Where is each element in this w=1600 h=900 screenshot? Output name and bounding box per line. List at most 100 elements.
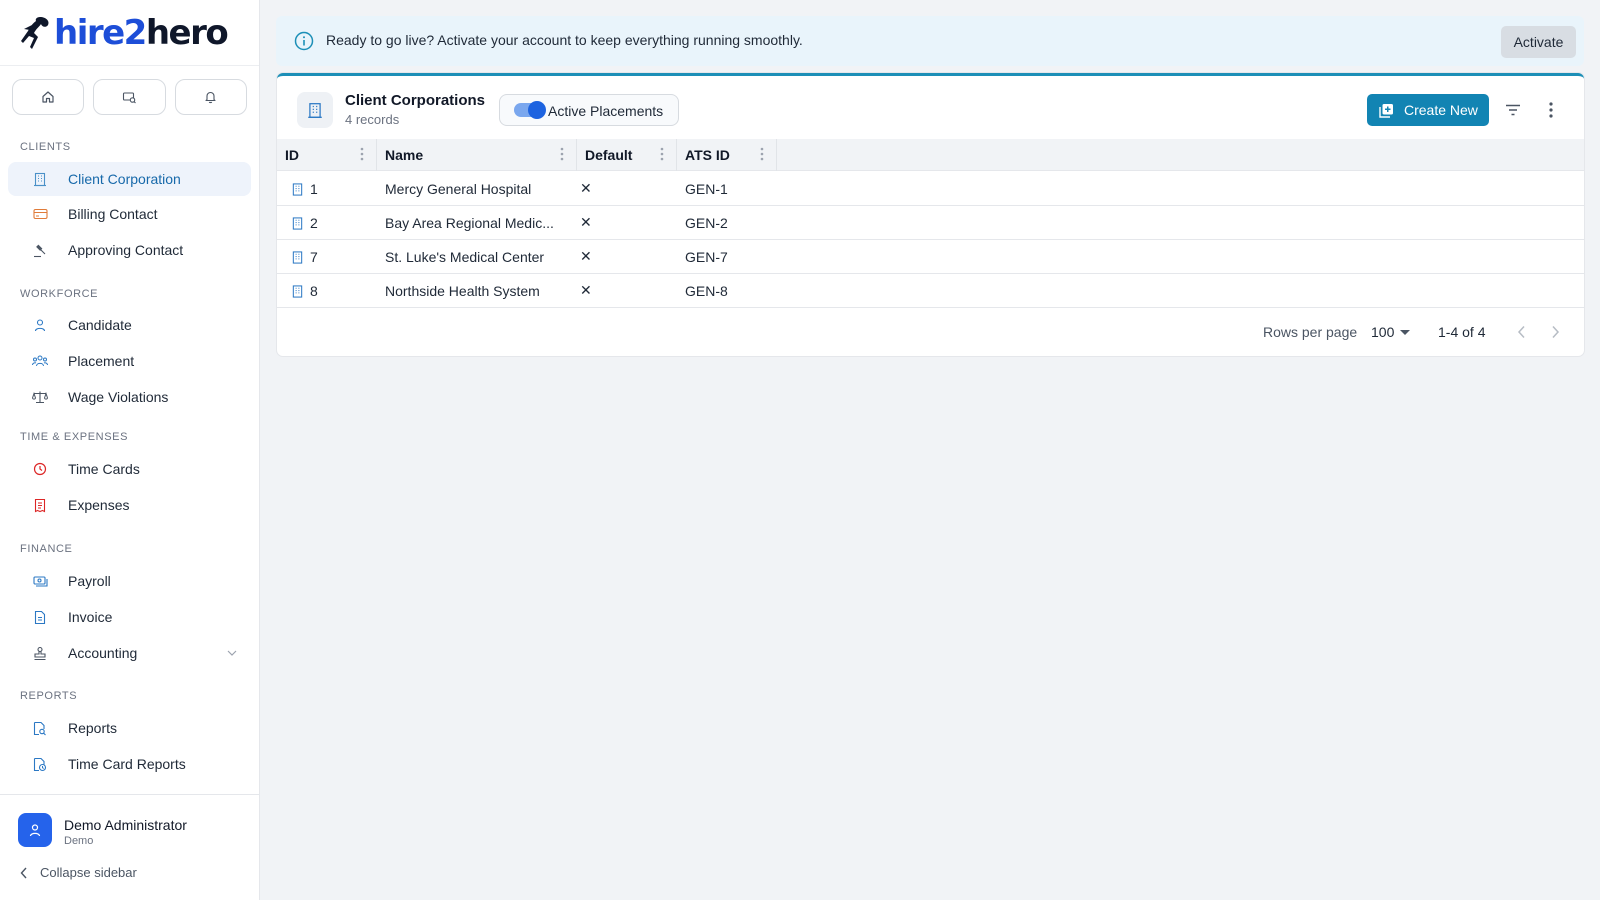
- row-name: Bay Area Regional Medic...: [385, 215, 554, 231]
- money-icon: [32, 573, 48, 589]
- row-id: 7: [310, 249, 318, 265]
- user-panel: Demo Administrator Demo Collapse sidebar: [0, 794, 259, 900]
- active-placements-label: Active Placements: [548, 103, 664, 119]
- filter-button[interactable]: [1501, 98, 1525, 122]
- close-icon: ✕: [580, 180, 592, 196]
- active-placements-toggle[interactable]: [514, 101, 546, 119]
- quick-actions: [0, 66, 259, 115]
- person-icon: [32, 317, 48, 333]
- people-icon: [32, 353, 48, 369]
- active-placements-filter[interactable]: Active Placements: [499, 94, 679, 126]
- clock-icon: [32, 461, 48, 477]
- section-title-finance: FINANCE: [20, 543, 73, 555]
- sidebar-item-client-corporation[interactable]: Client Corporation: [8, 162, 251, 196]
- create-new-button[interactable]: Create New: [1367, 94, 1489, 126]
- activate-button[interactable]: Activate: [1501, 26, 1576, 58]
- row-name: Mercy General Hospital: [385, 181, 532, 197]
- sidebar-item-approving-contact[interactable]: Approving Contact: [8, 233, 251, 267]
- sidebar-item-billing-contact[interactable]: Billing Contact: [8, 197, 251, 231]
- column-header-name[interactable]: Name: [377, 139, 577, 171]
- section-title-reports: REPORTS: [20, 690, 78, 702]
- notifications-button[interactable]: [174, 79, 247, 115]
- home-button[interactable]: [12, 79, 85, 115]
- close-icon: ✕: [580, 248, 592, 264]
- building-icon: [292, 250, 303, 264]
- stamp-icon: [32, 645, 48, 661]
- building-icon: [32, 171, 48, 187]
- table-row[interactable]: 2 Bay Area Regional Medic... ✕ GEN-2: [277, 206, 1584, 240]
- brand-name: hire2hero: [54, 12, 229, 53]
- sidebar-item-time-cards[interactable]: Time Cards: [8, 452, 251, 486]
- column-menu-icon[interactable]: [560, 147, 564, 161]
- rows-per-page-select[interactable]: 100: [1371, 324, 1411, 340]
- building-icon: [292, 182, 303, 196]
- user-name: Demo Administrator: [64, 817, 187, 833]
- page-title: Client Corporations: [345, 92, 486, 109]
- column-menu-icon[interactable]: [760, 147, 764, 161]
- row-name: St. Luke's Medical Center: [385, 249, 545, 265]
- sidebar-item-time-card-reports[interactable]: Time Card Reports: [8, 747, 251, 781]
- invoice-icon: [32, 609, 48, 625]
- sidebar-item-expenses[interactable]: Expenses: [8, 488, 251, 522]
- receipt-icon: [32, 497, 48, 513]
- credit-card-icon: [32, 206, 48, 222]
- column-header-id[interactable]: ID: [277, 139, 377, 171]
- sidebar-item-label: Time Card Reports: [68, 756, 186, 772]
- sidebar-item-label: Reports: [68, 720, 118, 736]
- sidebar-item-label: Approving Contact: [68, 242, 184, 258]
- page-range: 1-4 of 4: [1438, 324, 1486, 340]
- sidebar-item-label: Billing Contact: [68, 206, 158, 222]
- column-menu-icon[interactable]: [360, 147, 364, 161]
- chevron-down-icon[interactable]: [227, 650, 237, 656]
- more-vertical-icon: [1549, 102, 1553, 118]
- sidebar-item-candidate[interactable]: Candidate: [8, 308, 251, 342]
- sidebar-item-label: Expenses: [68, 497, 130, 513]
- gavel-icon: [32, 242, 48, 258]
- row-id: 8: [310, 283, 318, 299]
- filter-icon: [1506, 104, 1520, 116]
- column-header-default[interactable]: Default: [577, 139, 677, 171]
- previous-page-icon[interactable]: [1517, 325, 1526, 339]
- caret-down-icon: [1400, 329, 1411, 335]
- client-corporations-card: Client Corporations 4 records Active Pla…: [277, 73, 1584, 356]
- sidebar-item-label: Invoice: [68, 609, 113, 625]
- sidebar: hire2hero CLIENTS Client Corporation Bil…: [0, 0, 260, 900]
- table-row[interactable]: 1 Mercy General Hospital ✕ GEN-1: [277, 172, 1584, 206]
- activation-banner: Ready to go live? Activate your account …: [276, 16, 1584, 66]
- column-header-ats-id[interactable]: ATS ID: [677, 139, 777, 171]
- search-button[interactable]: [93, 79, 166, 115]
- bell-icon: [205, 91, 216, 104]
- banner-message: Ready to go live? Activate your account …: [326, 32, 803, 48]
- hero-logo-icon: [21, 16, 49, 49]
- collapse-sidebar-button[interactable]: Collapse sidebar: [20, 865, 137, 880]
- scale-icon: [32, 389, 48, 405]
- row-name: Northside Health System: [385, 283, 540, 299]
- sidebar-item-placement[interactable]: Placement: [8, 344, 251, 378]
- more-options-button[interactable]: [1539, 98, 1563, 122]
- report-clock-icon: [32, 756, 48, 772]
- chevron-left-icon: [20, 867, 27, 878]
- next-page-icon[interactable]: [1551, 325, 1560, 339]
- sidebar-item-label: Accounting: [68, 645, 138, 661]
- table-row[interactable]: 8 Northside Health System ✕ GEN-8: [277, 274, 1584, 308]
- sidebar-item-payroll[interactable]: Payroll: [8, 564, 251, 598]
- sidebar-item-wage-violations[interactable]: Wage Violations: [8, 380, 251, 414]
- report-search-icon: [32, 720, 48, 736]
- row-ats-id: GEN-7: [685, 249, 728, 265]
- sidebar-item-label: Client Corporation: [68, 171, 181, 187]
- sidebar-item-reports[interactable]: Reports: [8, 711, 251, 745]
- sidebar-item-accounting[interactable]: Accounting: [8, 636, 251, 670]
- brand-logo[interactable]: hire2hero: [0, 0, 259, 66]
- add-box-icon: [1379, 103, 1393, 118]
- sidebar-item-label: Wage Violations: [68, 389, 169, 405]
- user-icon: [29, 824, 41, 837]
- section-title-clients: CLIENTS: [20, 141, 71, 153]
- sidebar-item-label: Payroll: [68, 573, 111, 589]
- info-icon: [294, 31, 314, 51]
- avatar[interactable]: [18, 813, 52, 847]
- sidebar-item-label: Time Cards: [68, 461, 140, 477]
- column-menu-icon[interactable]: [660, 147, 664, 161]
- sidebar-item-invoice[interactable]: Invoice: [8, 600, 251, 634]
- table-row[interactable]: 7 St. Luke's Medical Center ✕ GEN-7: [277, 240, 1584, 274]
- close-icon: ✕: [580, 282, 592, 298]
